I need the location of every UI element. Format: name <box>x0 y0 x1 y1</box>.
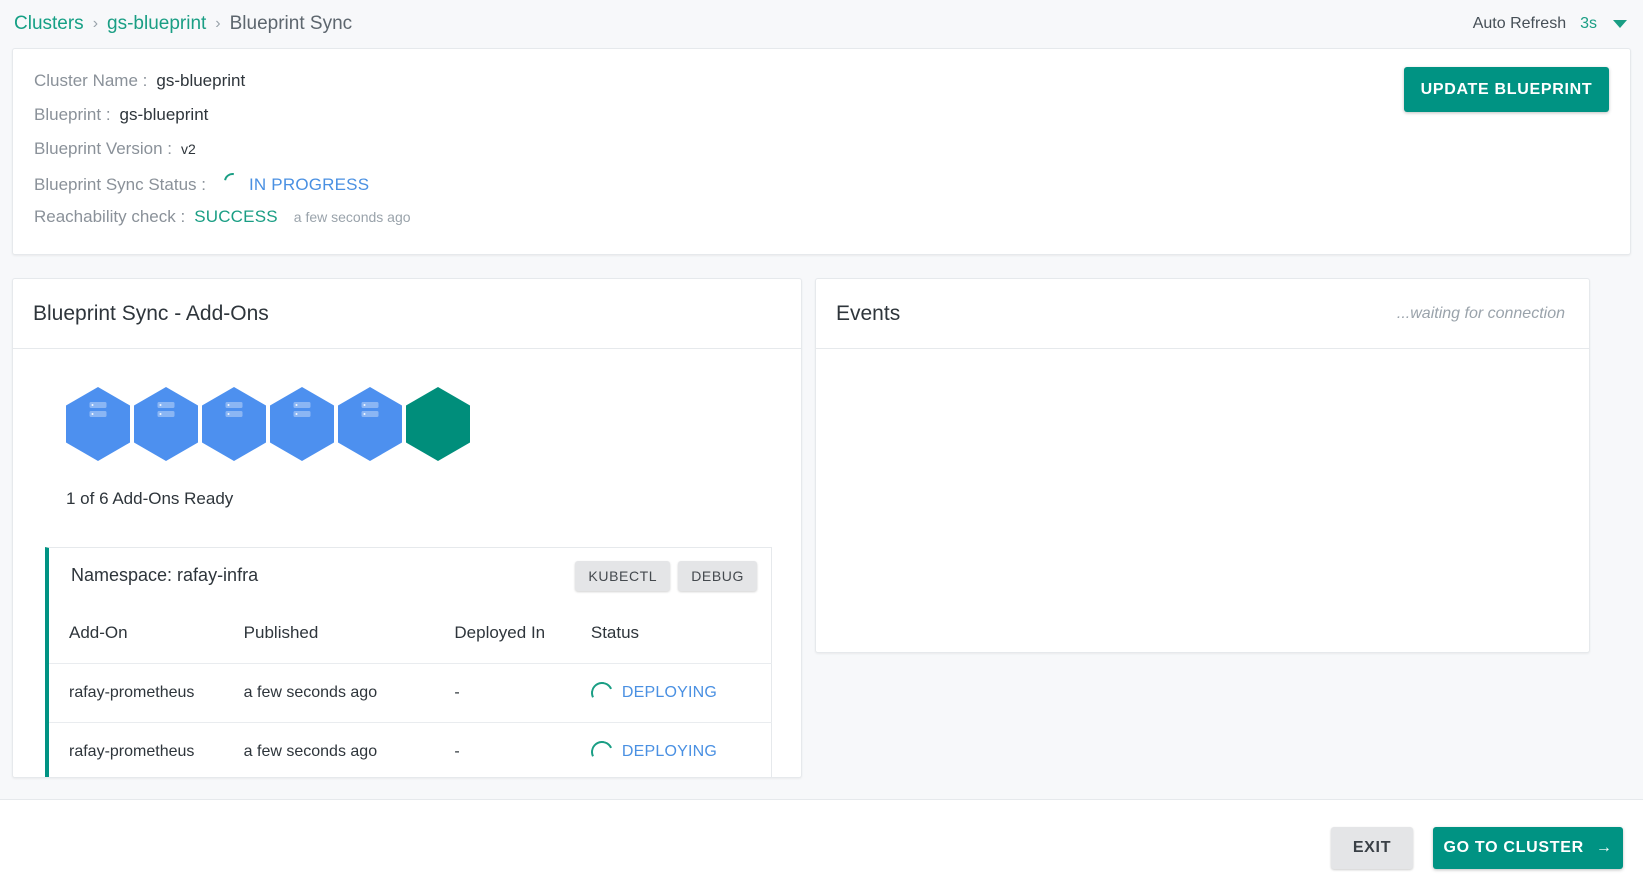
table-row[interactable]: rafay-prometheus a few seconds ago - DEP… <box>47 722 772 777</box>
column-header-published: Published <box>243 603 455 664</box>
server-icon <box>157 402 175 417</box>
addons-panel-title: Blueprint Sync - Add-Ons <box>33 301 269 325</box>
blueprint-version-row: Blueprint Version : v2 <box>34 139 1606 163</box>
reachability-value: SUCCESS <box>194 207 278 226</box>
column-header-deployed-in: Deployed In <box>454 603 591 664</box>
breadcrumb-item-clusters[interactable]: Clusters <box>14 13 84 35</box>
addons-table: Add-On Published Deployed In Status rafa… <box>45 603 772 777</box>
events-panel: Events ...waiting for connection <box>815 278 1590 653</box>
column-header-status: Status <box>590 603 772 664</box>
exit-button[interactable]: EXIT <box>1331 826 1413 869</box>
sync-status-row: Blueprint Sync Status : IN PROGRESS <box>34 169 1606 197</box>
cell-status: DEPLOYING <box>587 722 772 777</box>
breadcrumb-item-current: Blueprint Sync <box>229 13 353 34</box>
go-to-cluster-button[interactable]: GO TO CLUSTER → <box>1433 826 1623 869</box>
chevron-down-icon[interactable] <box>1613 20 1627 28</box>
debug-button[interactable]: DEBUG <box>678 560 757 591</box>
kubectl-button[interactable]: KUBECTL <box>575 560 671 591</box>
status-label: DEPLOYING <box>621 743 718 760</box>
reachability-row: Reachability check : SUCCESS a few secon… <box>34 207 1606 231</box>
addons-ready-count: 1 of 6 Add-Ons Ready <box>66 489 234 508</box>
arrow-right-icon: → <box>1595 838 1613 856</box>
cell-deployed-in: - <box>454 663 591 723</box>
cluster-name-value: gs-blueprint <box>156 71 246 90</box>
cell-status: DEPLOYING <box>587 663 772 723</box>
update-blueprint-button[interactable]: UPDATE BLUEPRINT <box>1404 67 1609 112</box>
server-icon <box>361 402 379 417</box>
addon-hexagon-ready[interactable] <box>406 387 470 461</box>
cell-addon-name: rafay-prometheus <box>47 722 244 777</box>
blueprint-version-value: v2 <box>180 141 196 157</box>
namespace-block: Namespace: rafay-infra KUBECTL DEBUG Add… <box>45 547 772 777</box>
blueprint-row: Blueprint : gs-blueprint <box>34 105 1606 129</box>
go-to-cluster-label: GO TO CLUSTER <box>1443 838 1584 856</box>
footer-action-bar: EXIT GO TO CLUSTER → <box>0 799 1643 895</box>
addon-hexagon-pending[interactable] <box>134 387 198 461</box>
breadcrumb-bar: Clusters › gs-blueprint › Blueprint Sync… <box>0 0 1643 48</box>
cell-addon-name: rafay-prometheus <box>47 663 244 723</box>
cluster-info-card: Cluster Name : gs-blueprint Blueprint : … <box>12 48 1631 255</box>
auto-refresh-control[interactable]: Auto Refresh 3s <box>1473 15 1627 33</box>
namespace-header: Namespace: rafay-infra KUBECTL DEBUG <box>45 547 772 603</box>
cluster-name-row: Cluster Name : gs-blueprint <box>34 71 1606 95</box>
reachability-timestamp: a few seconds ago <box>293 209 411 225</box>
scroll-fade-overlay <box>0 777 1643 799</box>
loading-spinner-icon <box>220 169 245 194</box>
status-badge: DEPLOYING <box>587 737 771 767</box>
blueprint-version-label: Blueprint Version : <box>34 139 172 158</box>
reachability-label: Reachability check : <box>34 207 186 226</box>
cell-published: a few seconds ago <box>243 722 455 777</box>
status-badge: DEPLOYING <box>587 678 771 708</box>
addon-hexagon-pending[interactable] <box>66 387 130 461</box>
addon-hexagon-row <box>66 387 801 461</box>
addon-hexagon-pending[interactable] <box>338 387 402 461</box>
auto-refresh-label: Auto Refresh <box>1472 15 1567 32</box>
events-panel-title: Events <box>836 301 901 325</box>
panels-row: Blueprint Sync - Add-Ons 1 of 6 Add-Ons … <box>12 278 1631 778</box>
namespace-title: Namespace: rafay-infra <box>71 565 259 585</box>
cluster-name-label: Cluster Name : <box>34 71 148 90</box>
sync-status-label: Blueprint Sync Status : <box>34 175 206 194</box>
cell-published: a few seconds ago <box>243 663 455 723</box>
blueprint-value: gs-blueprint <box>119 105 209 124</box>
cell-deployed-in: - <box>454 722 591 777</box>
addon-hexagon-pending[interactable] <box>270 387 334 461</box>
addon-hexagon-pending[interactable] <box>202 387 266 461</box>
breadcrumb-separator: › <box>215 15 221 32</box>
column-header-addon: Add-On <box>47 603 244 664</box>
loading-spinner-icon <box>587 737 616 767</box>
breadcrumb-item-gs-blueprint[interactable]: gs-blueprint <box>107 13 206 35</box>
events-panel-header: Events ...waiting for connection <box>816 279 1589 349</box>
loading-spinner-icon <box>587 678 616 708</box>
events-connection-status: ...waiting for connection <box>1396 304 1565 322</box>
auto-refresh-value[interactable]: 3s <box>1580 15 1597 33</box>
blueprint-label: Blueprint : <box>34 105 111 124</box>
server-icon <box>89 402 107 417</box>
addons-panel-header: Blueprint Sync - Add-Ons <box>13 279 801 349</box>
table-row[interactable]: rafay-prometheus a few seconds ago - DEP… <box>47 663 772 723</box>
status-label: DEPLOYING <box>621 684 718 701</box>
breadcrumb-separator: › <box>92 15 99 32</box>
table-header-row: Add-On Published Deployed In Status <box>47 603 772 664</box>
server-icon <box>225 402 243 417</box>
blueprint-sync-addons-panel: Blueprint Sync - Add-Ons 1 of 6 Add-Ons … <box>12 278 802 778</box>
server-icon <box>293 402 311 417</box>
sync-status-value: IN PROGRESS <box>248 175 370 194</box>
